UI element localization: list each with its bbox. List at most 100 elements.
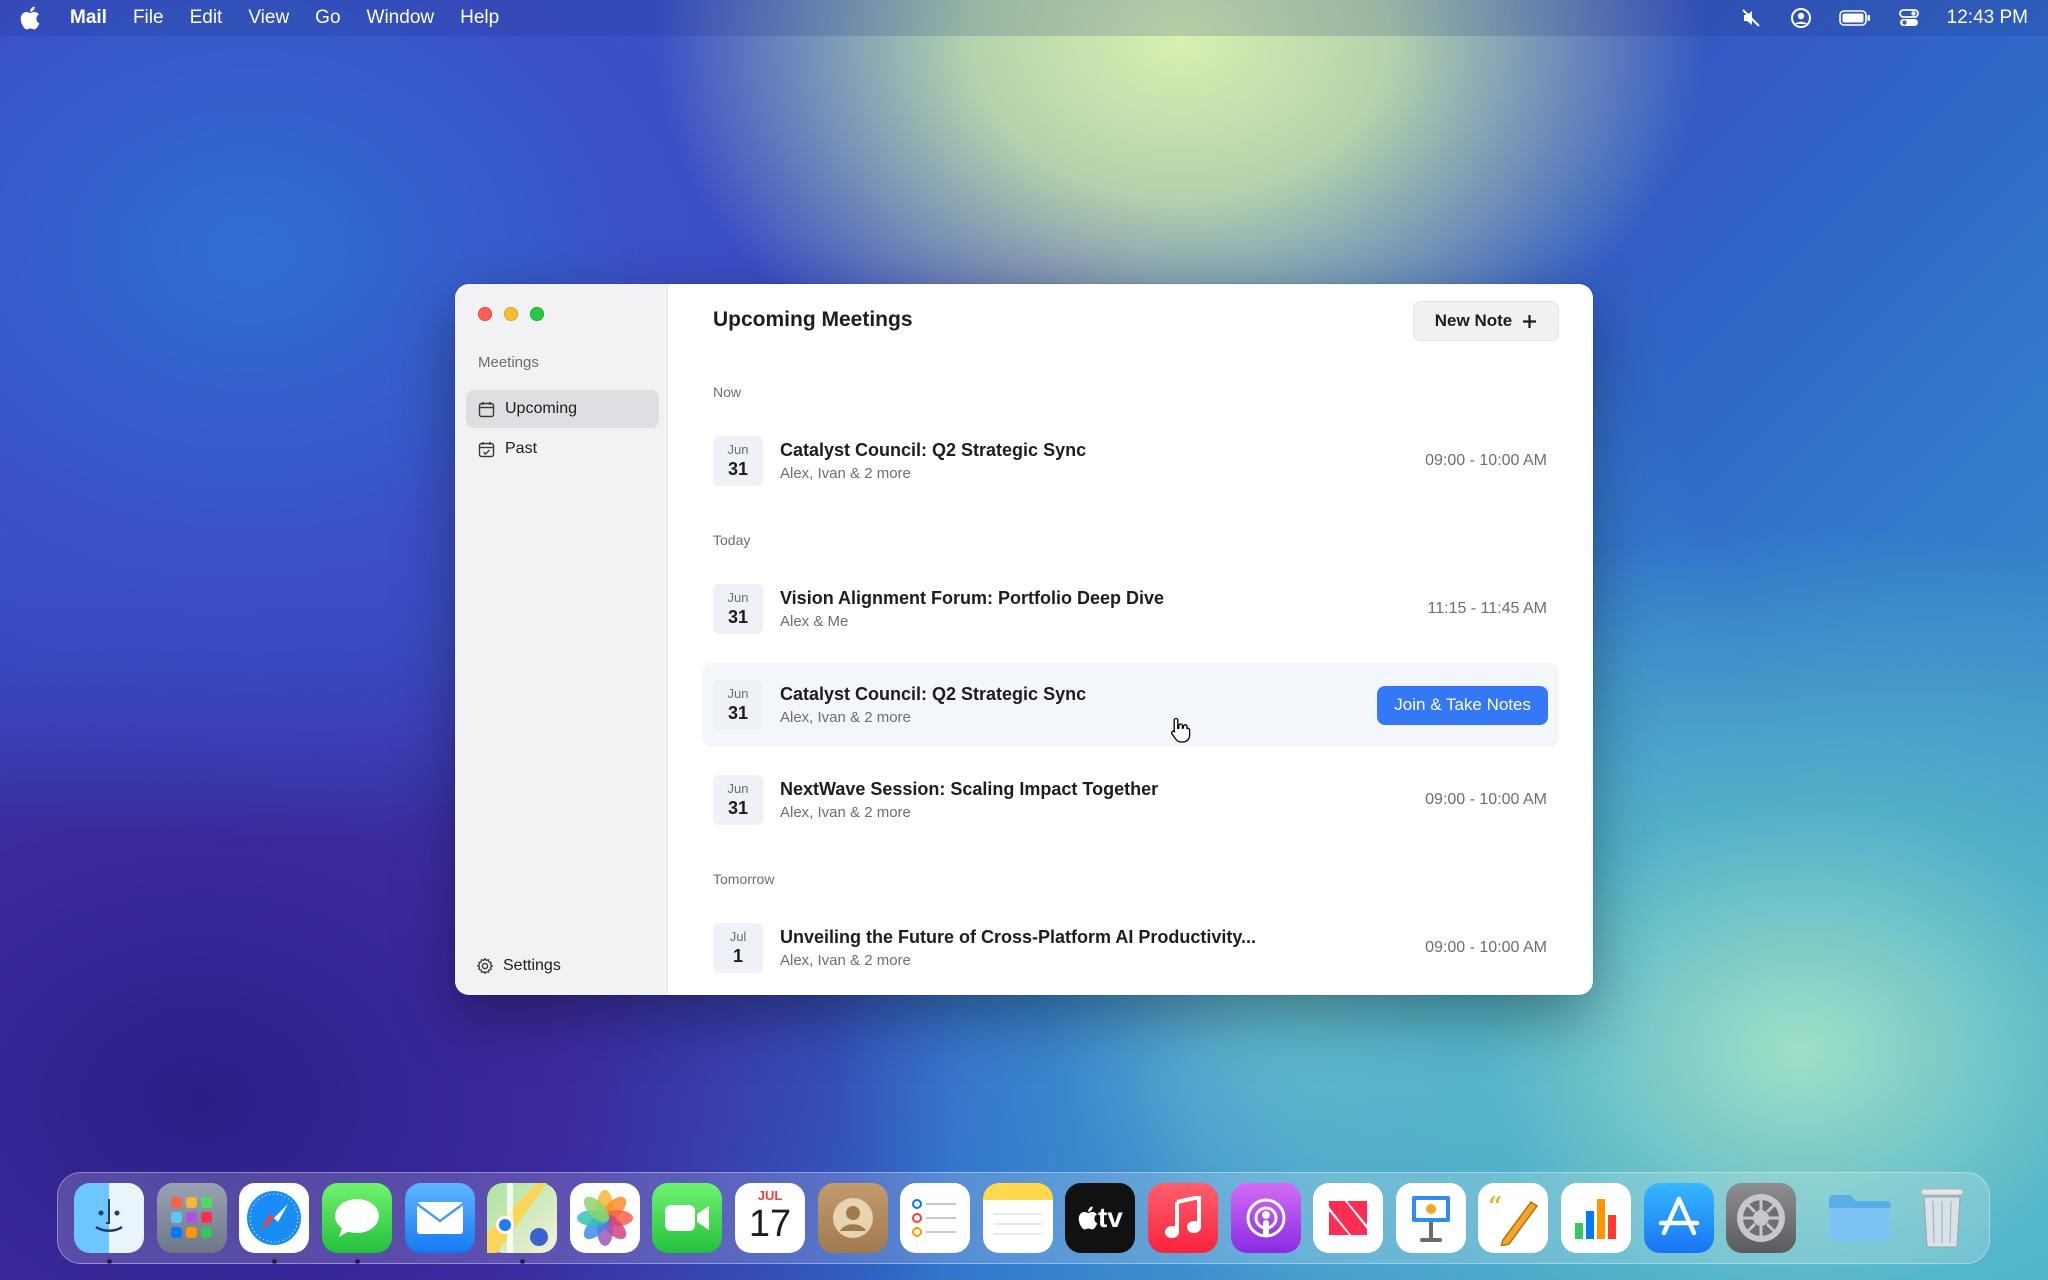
calendar-month: JUL: [757, 1188, 783, 1203]
minimize-window-button[interactable]: [504, 307, 518, 321]
apple-tv-label: tv: [1097, 1202, 1123, 1233]
meetings-window: Meetings Upcoming Past Settings Upcoming…: [455, 284, 1593, 995]
menu-go[interactable]: Go: [315, 7, 340, 29]
meeting-attendees: Alex, Ivan & 2 more: [780, 952, 911, 969]
meeting-time: 09:00 - 10:00 AM: [1425, 452, 1547, 469]
date-day: 31: [727, 459, 749, 479]
date-month: Jul: [729, 929, 747, 944]
new-note-label: New Note: [1434, 311, 1513, 330]
launchpad-icon[interactable]: [156, 1183, 227, 1253]
date-day: 31: [727, 703, 749, 723]
meeting-attendees: Alex & Me: [780, 613, 849, 630]
meeting-row[interactable]: Jun 31 NextWave Session: Scaling Impact …: [702, 758, 1559, 842]
menu-view[interactable]: View: [248, 7, 289, 29]
meeting-row[interactable]: Jun 31 Catalyst Council: Q2 Strategic Sy…: [702, 419, 1559, 503]
battery-icon[interactable]: [1838, 6, 1871, 30]
folder-icon[interactable]: [1825, 1183, 1895, 1253]
pointer-hand-cursor-icon: [1170, 716, 1192, 749]
notes-icon[interactable]: [982, 1183, 1053, 1253]
date-month: Jun: [727, 442, 749, 457]
numbers-icon[interactable]: [1560, 1183, 1631, 1253]
meeting-time: 09:00 - 10:00 AM: [1425, 939, 1547, 956]
sidebar-item-label: Past: [505, 440, 538, 457]
music-icon[interactable]: [1148, 1183, 1219, 1253]
meeting-title: NextWave Session: Scaling Impact Togethe…: [780, 779, 1159, 799]
menu-window[interactable]: Window: [367, 7, 435, 29]
photos-icon[interactable]: [569, 1183, 640, 1253]
meeting-title: Catalyst Council: Q2 Strategic Sync: [780, 684, 1087, 704]
settings-button[interactable]: Settings: [476, 957, 561, 975]
meeting-time: 09:00 - 10:00 AM: [1425, 791, 1547, 808]
messages-icon[interactable]: [322, 1183, 393, 1264]
sidebar-heading: Meetings: [478, 354, 539, 371]
pages-icon[interactable]: “: [1478, 1183, 1549, 1253]
meeting-title: Catalyst Council: Q2 Strategic Sync: [780, 440, 1087, 460]
sidebar-item-upcoming[interactable]: Upcoming: [466, 390, 659, 428]
meeting-title: Unveiling the Future of Cross-Platform A…: [780, 927, 1257, 947]
reminders-icon[interactable]: [900, 1183, 971, 1253]
date-month: Jun: [727, 686, 749, 701]
calendar-check-icon: [478, 441, 495, 457]
mute-icon[interactable]: [1739, 6, 1763, 30]
plus-icon: [1523, 314, 1537, 328]
main-content: Upcoming Meetings New Note Now Jun 31 Ca…: [668, 284, 1593, 995]
meeting-info: Catalyst Council: Q2 Strategic Sync Alex…: [780, 440, 1425, 482]
maps-icon[interactable]: [487, 1183, 558, 1264]
meeting-row[interactable]: Jun 31 Catalyst Council: Q2 Strategic Sy…: [702, 663, 1559, 747]
meeting-attendees: Alex, Ivan & 2 more: [780, 804, 911, 821]
podcasts-icon[interactable]: [1230, 1183, 1301, 1253]
section-label-now: Now: [713, 384, 742, 400]
menu-help[interactable]: Help: [460, 7, 499, 29]
dock: JUL 17 tv “: [57, 1172, 1990, 1264]
trash-icon[interactable]: [1907, 1183, 1977, 1253]
section-label-today: Today: [713, 532, 751, 548]
date-badge: Jun 31: [713, 775, 763, 825]
svg-text:“: “: [1487, 1191, 1502, 1226]
date-badge: Jun 31: [713, 436, 763, 486]
apple-tv-icon[interactable]: tv: [1065, 1183, 1136, 1253]
finder-icon[interactable]: [74, 1183, 145, 1264]
meeting-info: NextWave Session: Scaling Impact Togethe…: [780, 779, 1425, 821]
sidebar: Meetings Upcoming Past Settings: [455, 284, 668, 995]
section-label-tomorrow: Tomorrow: [713, 871, 775, 887]
meeting-attendees: Alex, Ivan & 2 more: [780, 709, 911, 726]
meeting-info: Vision Alignment Forum: Portfolio Deep D…: [780, 588, 1428, 630]
meeting-row[interactable]: Jul 1 Unveiling the Future of Cross-Plat…: [702, 906, 1559, 990]
calendar-app-icon[interactable]: JUL 17: [735, 1183, 806, 1253]
apple-menu-icon[interactable]: [20, 6, 48, 30]
contacts-icon[interactable]: [817, 1183, 888, 1253]
user-account-icon[interactable]: [1789, 6, 1813, 30]
date-month: Jun: [727, 781, 749, 796]
date-month: Jun: [727, 590, 749, 605]
meeting-row[interactable]: Jun 31 Vision Alignment Forum: Portfolio…: [702, 567, 1559, 651]
close-window-button[interactable]: [478, 307, 492, 321]
calendar-icon: [478, 401, 495, 417]
menu-edit[interactable]: Edit: [190, 7, 223, 29]
menu-file[interactable]: File: [133, 7, 164, 29]
date-day: 1: [732, 946, 743, 966]
control-center-icon[interactable]: [1897, 6, 1921, 30]
keynote-icon[interactable]: [1395, 1183, 1466, 1253]
settings-label: Settings: [503, 957, 561, 974]
app-store-icon[interactable]: [1643, 1183, 1714, 1253]
news-icon[interactable]: [1313, 1183, 1384, 1253]
sidebar-item-label: Upcoming: [505, 400, 578, 417]
facetime-icon[interactable]: [652, 1183, 723, 1253]
sidebar-item-past[interactable]: Past: [466, 430, 659, 468]
join-and-take-notes-button[interactable]: Join & Take Notes: [1377, 685, 1548, 725]
mail-icon[interactable]: [404, 1183, 475, 1253]
menu-clock[interactable]: 12:43 PM: [1947, 7, 2028, 29]
safari-icon[interactable]: [239, 1183, 310, 1264]
meeting-info: Unveiling the Future of Cross-Platform A…: [780, 927, 1425, 969]
new-note-button[interactable]: New Note: [1413, 301, 1559, 341]
date-day: 31: [727, 798, 749, 818]
window-controls: [478, 307, 544, 321]
zoom-window-button[interactable]: [530, 307, 544, 321]
date-badge: Jun 31: [713, 584, 763, 634]
menu-bar: Mail File Edit View Go Window Help 12:43…: [0, 0, 2048, 36]
system-settings-icon[interactable]: [1726, 1183, 1797, 1253]
date-badge: Jun 31: [713, 680, 763, 730]
menu-app-name[interactable]: Mail: [70, 7, 107, 29]
date-badge: Jul 1: [713, 923, 763, 973]
sidebar-list: Upcoming Past: [466, 390, 659, 470]
